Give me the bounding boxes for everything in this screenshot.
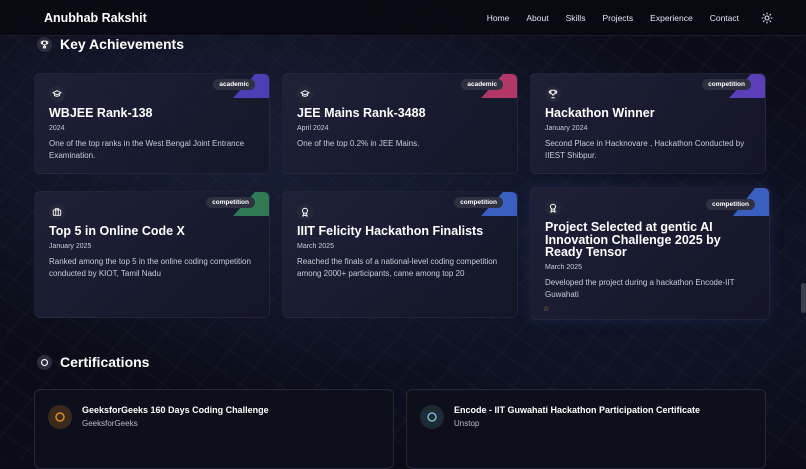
brand-name[interactable]: Anubhab Rakshit	[44, 11, 147, 25]
achievement-date: January 2024	[545, 124, 588, 132]
achievement-description: Ranked among the top 5 in the online cod…	[49, 256, 251, 278]
graduation-cap-icon	[297, 86, 313, 102]
certifications-title: Certifications	[60, 354, 150, 370]
achievement-date: 2024	[49, 124, 65, 132]
achievement-card-codex: competition Top 5 in Online Code X Janua…	[34, 191, 270, 318]
achievement-date: March 2025	[297, 242, 334, 250]
nav-home[interactable]: Home	[487, 13, 510, 23]
achievement-description: Reached the finals of a national-level c…	[297, 256, 498, 278]
certification-title: Encode - IIT Guwahati Hackathon Particip…	[454, 405, 701, 415]
award-icon	[545, 200, 561, 216]
trophy-icon	[545, 86, 561, 102]
achievement-card-jee: academic JEE Mains Rank-3488 April 2024 …	[282, 73, 518, 174]
achievement-date: January 2025	[49, 242, 92, 250]
achievement-card-wbjee: academic WBJEE Rank-138 2024 One of the …	[34, 73, 270, 174]
scrollbar-thumb[interactable]	[801, 283, 806, 313]
certification-issuer: Unstop	[454, 419, 480, 428]
category-badge: competition	[702, 79, 751, 90]
achievement-date: March 2025	[545, 263, 582, 271]
nav-links: Home About Skills Projects Experience Co…	[487, 11, 774, 25]
category-badge: academic	[213, 79, 255, 90]
achievement-date: April 2024	[297, 124, 329, 132]
nav-contact[interactable]: Contact	[710, 13, 739, 23]
achievement-card-ready-tensor: competition Project Selected at gentic A…	[530, 187, 770, 320]
achievement-title: JEE Mains Rank-3488	[297, 106, 426, 120]
achievement-description: One of the top 0.2% in JEE Mains.	[297, 138, 420, 148]
achievement-title: IIIT Felicity Hackathon Finalists	[297, 224, 484, 238]
achievement-title: Top 5 in Online Code X	[49, 224, 185, 238]
navbar: Anubhab Rakshit Home About Skills Projec…	[0, 0, 806, 36]
circle-icon	[37, 354, 52, 370]
achievement-title: Project Selected at gentic AI Innovation…	[545, 220, 721, 259]
achievement-card-felicity: competition IIIT Felicity Hackathon Fina…	[282, 191, 518, 318]
circle-icon	[420, 405, 444, 429]
category-badge: competition	[706, 199, 755, 210]
achievement-card-hackathon: competition Hackathon Winner January 202…	[530, 73, 766, 174]
category-badge: academic	[461, 79, 503, 90]
certification-title: GeeksforGeeks 160 Days Coding Challenge	[82, 405, 269, 415]
achievement-description: One of the top ranks in the West Bengal …	[49, 138, 245, 160]
certifications-heading: Certifications	[37, 354, 149, 370]
circle-icon	[48, 405, 72, 429]
sun-icon[interactable]	[760, 11, 774, 25]
certification-card-gfg[interactable]: GeeksforGeeks 160 Days Coding Challenge …	[34, 389, 394, 469]
achievement-title: Hackathon Winner	[545, 106, 655, 120]
achievements-heading: Key Achievements	[37, 36, 184, 52]
certification-issuer: GeeksforGeeks	[82, 419, 138, 428]
achievement-description: Second Place in Hacknovare , Hackathon C…	[545, 138, 745, 160]
nav-experience[interactable]: Experience	[650, 13, 693, 23]
nav-about[interactable]: About	[526, 13, 548, 23]
achievement-description: Developed the project during a hackathon…	[545, 277, 735, 299]
category-badge: competition	[206, 197, 255, 208]
trophy-icon	[37, 36, 52, 52]
achievement-title: WBJEE Rank-138	[49, 106, 153, 120]
certification-card-encode[interactable]: Encode - IIT Guwahati Hackathon Particip…	[406, 389, 766, 469]
graduation-cap-icon	[49, 86, 65, 102]
star-icon: ☆	[543, 306, 550, 313]
nav-skills[interactable]: Skills	[566, 13, 586, 23]
achievements-title: Key Achievements	[60, 36, 184, 52]
award-icon	[297, 204, 313, 220]
briefcase-icon	[49, 204, 65, 220]
nav-projects[interactable]: Projects	[602, 13, 633, 23]
category-badge: competition	[454, 197, 503, 208]
